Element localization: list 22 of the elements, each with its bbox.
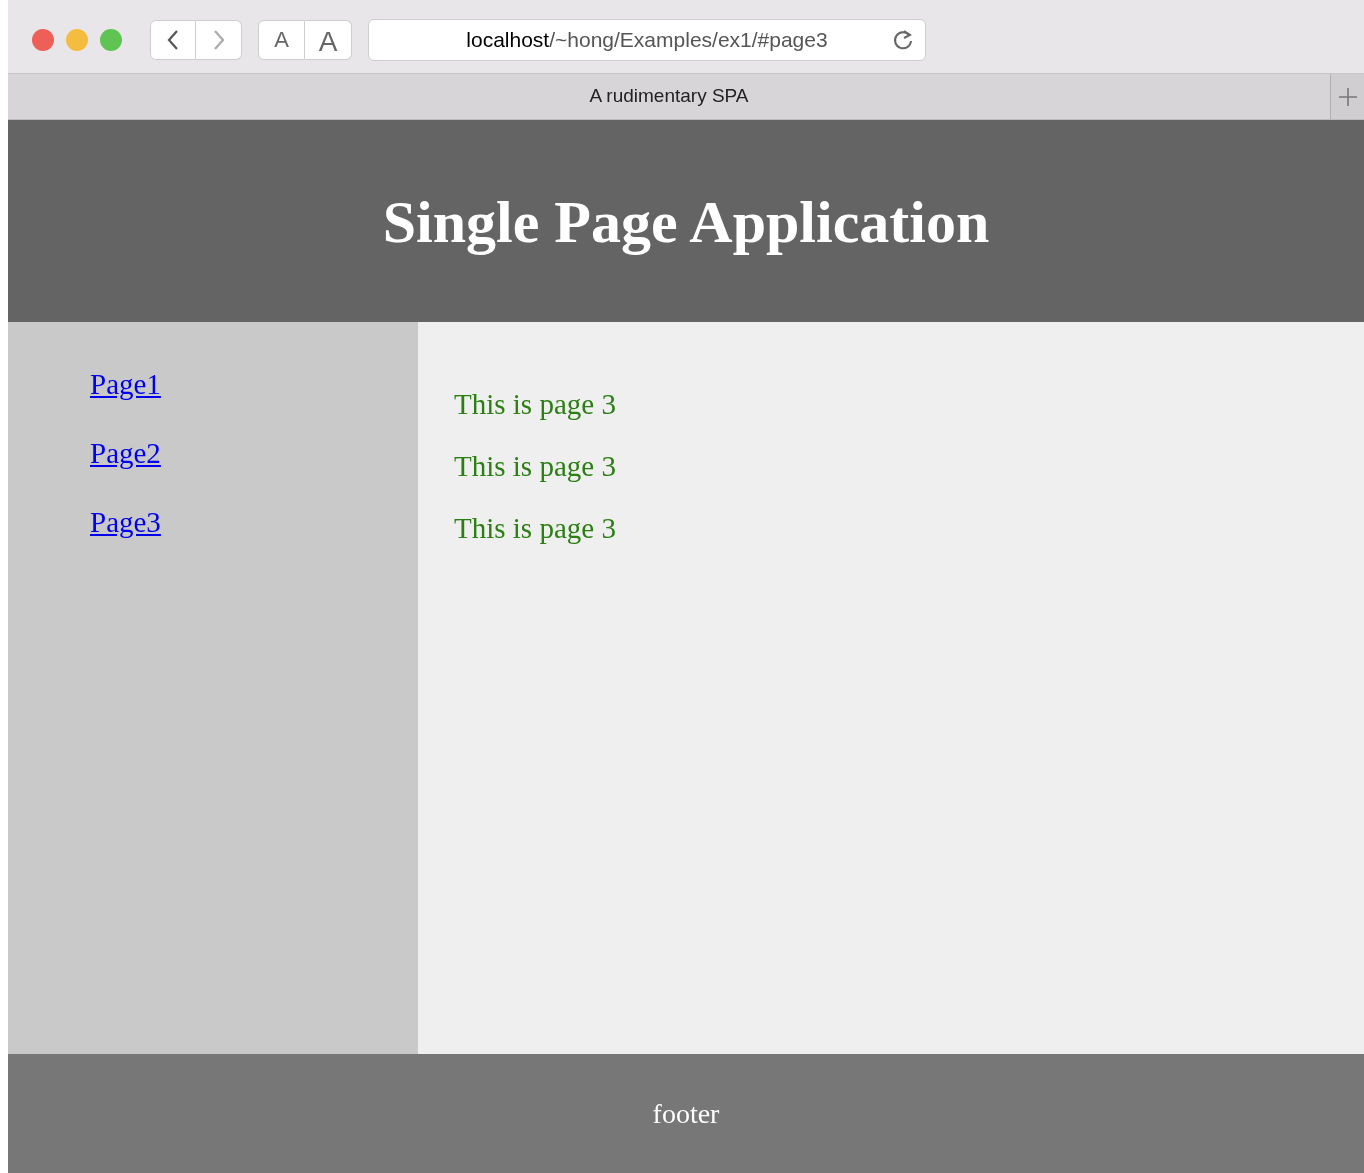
minimize-window-icon[interactable]	[66, 28, 88, 51]
new-tab-button[interactable]	[1330, 74, 1364, 119]
back-icon	[166, 28, 180, 51]
plus-icon	[1337, 86, 1358, 107]
page-title: Single Page Application	[382, 188, 990, 257]
nav-link[interactable]: Page3	[90, 504, 161, 540]
content-text: This is page 3	[454, 511, 616, 546]
nav-link[interactable]: Page2	[90, 435, 161, 471]
smaller-text-button[interactable]: A	[258, 19, 305, 60]
back-button[interactable]	[150, 19, 196, 60]
zoom-window-icon[interactable]	[100, 28, 122, 51]
nav-link[interactable]: Page1	[90, 366, 161, 402]
content-text: This is page 3	[454, 449, 616, 484]
close-window-icon[interactable]	[32, 28, 54, 51]
forward-icon	[211, 28, 226, 51]
larger-text-button[interactable]: A	[305, 19, 352, 60]
footer-text: footer	[652, 1096, 720, 1131]
reload-icon[interactable]	[891, 27, 915, 52]
content-text: This is page 3	[454, 387, 616, 422]
url-text: localhost/~hong/Examples/ex1/#page3	[466, 26, 828, 53]
forward-button[interactable]	[196, 19, 242, 60]
address-field[interactable]: localhost/~hong/Examples/ex1/#page3	[368, 18, 926, 61]
